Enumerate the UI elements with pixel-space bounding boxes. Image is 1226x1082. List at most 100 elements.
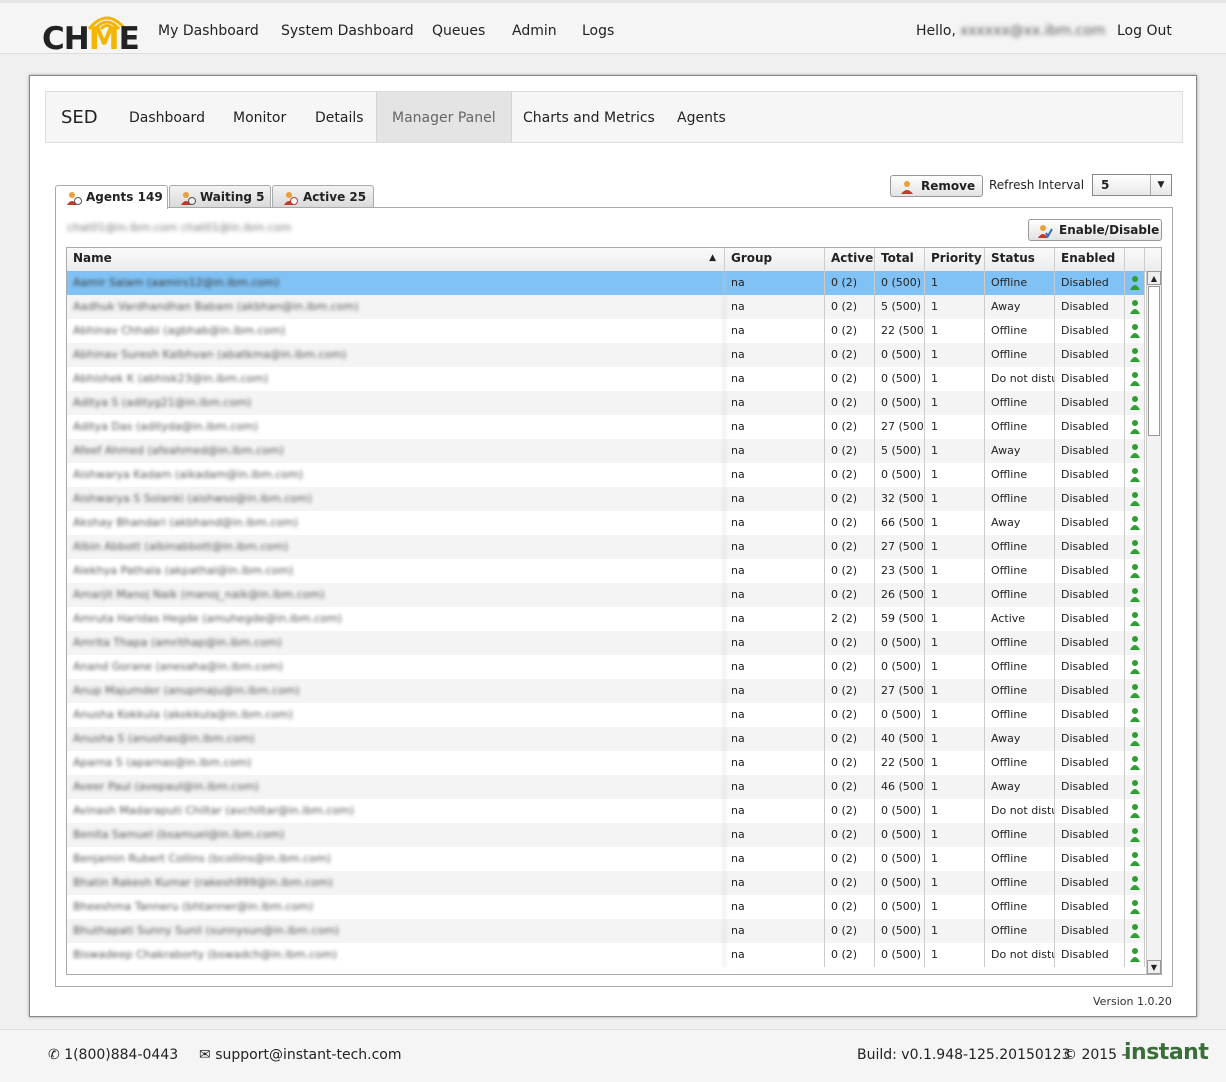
chime-logo[interactable]: CHME (42, 11, 146, 57)
table-row[interactable]: Anand Gorane (anesaha@in.ibm.com) na 0 (2)… (67, 655, 1145, 679)
column-header-total[interactable]: Total (875, 248, 925, 271)
table-row[interactable]: Bhuthapati Sunny Sunil (sunnysun@in.ibm.… (67, 919, 1145, 943)
agent-status-icon[interactable] (1125, 631, 1145, 655)
cell-priority: 1 (925, 847, 985, 871)
tab-waiting-count[interactable]: Waiting 5 (169, 185, 271, 207)
scrollbar-thumb[interactable] (1148, 286, 1160, 436)
nav-queues[interactable]: Queues (432, 23, 485, 39)
table-row[interactable]: Aishwarya S Solanki (aishwso@in.ibm.com)… (67, 487, 1145, 511)
column-header-priority[interactable]: Priority (925, 248, 985, 271)
agent-status-icon[interactable] (1125, 535, 1145, 559)
agent-status-icon[interactable] (1125, 679, 1145, 703)
table-row[interactable]: Akshay Bhandari (akbhand@in.ibm.com) na 0 … (67, 511, 1145, 535)
refresh-interval-select[interactable]: 5 ▼ (1092, 174, 1172, 196)
agent-status-icon[interactable] (1125, 559, 1145, 583)
agent-status-icon[interactable] (1125, 919, 1145, 943)
scroll-up-icon[interactable]: ▲ (1147, 271, 1161, 285)
enable-disable-button[interactable]: Enable/Disable (1028, 219, 1162, 241)
agent-status-icon[interactable] (1125, 607, 1145, 631)
table-row[interactable]: Aparna S (aparnas@in.ibm.com) na 0 (2) 22 (… (67, 751, 1145, 775)
agent-status-icon[interactable] (1125, 463, 1145, 487)
scroll-down-icon[interactable]: ▼ (1147, 960, 1161, 974)
table-row[interactable]: Alekhya Pathala (akpathal@in.ibm.com) na 0… (67, 559, 1145, 583)
agent-status-icon[interactable] (1125, 391, 1145, 415)
support-phone[interactable]: ✆ 1(800)884-0443 (48, 1047, 178, 1063)
tab-active-count[interactable]: Active 25 (272, 185, 374, 207)
agent-status-icon[interactable] (1125, 343, 1145, 367)
agent-status-icon[interactable] (1125, 583, 1145, 607)
agent-status-icon[interactable] (1125, 367, 1145, 391)
table-row[interactable]: Amruta Haridas Hegde (amuhegde@in.ibm.co… (67, 607, 1145, 631)
agent-status-icon[interactable] (1125, 319, 1145, 343)
agent-status-icon[interactable] (1125, 727, 1145, 751)
agent-status-icon[interactable] (1125, 775, 1145, 799)
agent-status-icon[interactable] (1125, 295, 1145, 319)
agent-status-icon[interactable] (1125, 751, 1145, 775)
agent-status-icon[interactable] (1125, 415, 1145, 439)
agent-status-icon[interactable] (1125, 847, 1145, 871)
table-row[interactable]: Anusha S (anushas@in.ibm.com) na 0 (2) 40 (… (67, 727, 1145, 751)
tab-manager-panel[interactable]: Manager Panel (376, 92, 512, 142)
agent-status-icon[interactable] (1125, 487, 1145, 511)
cell-active: 0 (2) (825, 799, 875, 823)
instant-logo[interactable]: instant (1124, 1040, 1209, 1065)
column-header-name[interactable]: Name ▲ (67, 248, 725, 271)
table-scrollbar[interactable]: ▲ ▼ (1146, 271, 1161, 974)
table-row[interactable]: Abhishek K (abhisk23@in.ibm.com) na 0 (2) 0… (67, 367, 1145, 391)
table-row[interactable]: Biswadeep Chakraborty (bswadch@in.ibm.co… (67, 943, 1145, 967)
table-row[interactable]: Abhinav Suresh Kalbhvan (abatkma@in.ibm.… (67, 343, 1145, 367)
agent-status-icon[interactable] (1125, 799, 1145, 823)
tab-details[interactable]: Details (300, 92, 379, 142)
table-row[interactable]: Albin Abbott (albinabbott@in.ibm.com) na 0… (67, 535, 1145, 559)
agent-status-icon[interactable] (1125, 895, 1145, 919)
cell-enabled: Disabled (1055, 703, 1125, 727)
column-header-enabled[interactable]: Enabled (1055, 248, 1125, 271)
cell-priority: 1 (925, 871, 985, 895)
support-email[interactable]: ✉ support@instant-tech.com (199, 1047, 402, 1063)
nav-my-dashboard[interactable]: My Dashboard (158, 23, 259, 39)
table-row[interactable]: Bhatin Rakesh Kumar (rakesh999@in.ibm.co… (67, 871, 1145, 895)
agent-status-icon[interactable] (1125, 511, 1145, 535)
tab-monitor[interactable]: Monitor (218, 92, 301, 142)
column-header-group[interactable]: Group (725, 248, 825, 271)
table-row[interactable]: Aishwarya Kadam (aikadam@in.ibm.com) na 0 … (67, 463, 1145, 487)
agent-status-icon[interactable] (1125, 655, 1145, 679)
table-row[interactable]: Aditya S (adityg21@in.ibm.com) na 0 (2) 0 (… (67, 391, 1145, 415)
cell-enabled: Disabled (1055, 319, 1125, 343)
table-row[interactable]: Aditya Das (adityda@in.ibm.com) na 0 (2) 27… (67, 415, 1145, 439)
tab-agents[interactable]: Agents (662, 92, 741, 142)
table-row[interactable]: Avinash Madaraputi Chiltar (avchiltar@in… (67, 799, 1145, 823)
table-row[interactable]: Benjamin Rubert Collins (bcollins@in.ibm… (67, 847, 1145, 871)
agent-status-icon[interactable] (1125, 943, 1145, 967)
table-row[interactable]: Aveer Paul (avepaul@in.ibm.com) na 0 (2) 46… (67, 775, 1145, 799)
table-row[interactable]: Afeef Ahmed (afeahmed@in.ibm.com) na 0 (2)… (67, 439, 1145, 463)
cell-group: na (725, 895, 825, 919)
tab-dashboard[interactable]: Dashboard (114, 92, 220, 142)
tab-agents-count[interactable]: Agents 149 (55, 185, 168, 209)
table-row[interactable]: Aadhuk Vardhandhan Babam (akbhan@in.ibm.… (67, 295, 1145, 319)
remove-button[interactable]: Remove (890, 175, 983, 197)
table-row[interactable]: Aamir Salam (aamirs12@in.ibm.com) na 0 (2)… (67, 271, 1145, 295)
nav-logs[interactable]: Logs (582, 23, 614, 39)
table-row[interactable]: Amarjit Manoj Naik (manoj_naik@in.ibm.co… (67, 583, 1145, 607)
logo-wordmark: CHME (42, 21, 140, 57)
agent-status-icon[interactable] (1125, 271, 1145, 295)
table-row[interactable]: Anusha Kokkula (akokkula@in.ibm.com) na 0 … (67, 703, 1145, 727)
column-header-active[interactable]: Active (825, 248, 875, 271)
agent-status-icon[interactable] (1125, 871, 1145, 895)
table-row[interactable]: Abhinav Chhabi (agbhab@in.ibm.com) na 0 (2… (67, 319, 1145, 343)
cell-name: Aditya Das (adityda@in.ibm.com) (67, 415, 725, 439)
table-row[interactable]: Bheeshma Tanneru (bhtanner@in.ibm.com) na… (67, 895, 1145, 919)
cell-enabled: Disabled (1055, 895, 1125, 919)
agent-status-icon[interactable] (1125, 439, 1145, 463)
nav-admin[interactable]: Admin (512, 23, 557, 39)
table-row[interactable]: Benita Samuel (bsamuel@in.ibm.com) na 0 (2… (67, 823, 1145, 847)
nav-system-dashboard[interactable]: System Dashboard (281, 23, 414, 39)
agent-status-icon[interactable] (1125, 823, 1145, 847)
column-header-status[interactable]: Status (985, 248, 1055, 271)
table-row[interactable]: Anup Majumder (anupmaju@in.ibm.com) na 0 (… (67, 679, 1145, 703)
logout-link[interactable]: Log Out (1117, 23, 1172, 39)
tab-charts-and-metrics[interactable]: Charts and Metrics (508, 92, 670, 142)
table-row[interactable]: Amrita Thapa (amrithap@in.ibm.com) na 0 (2… (67, 631, 1145, 655)
agent-status-icon[interactable] (1125, 703, 1145, 727)
